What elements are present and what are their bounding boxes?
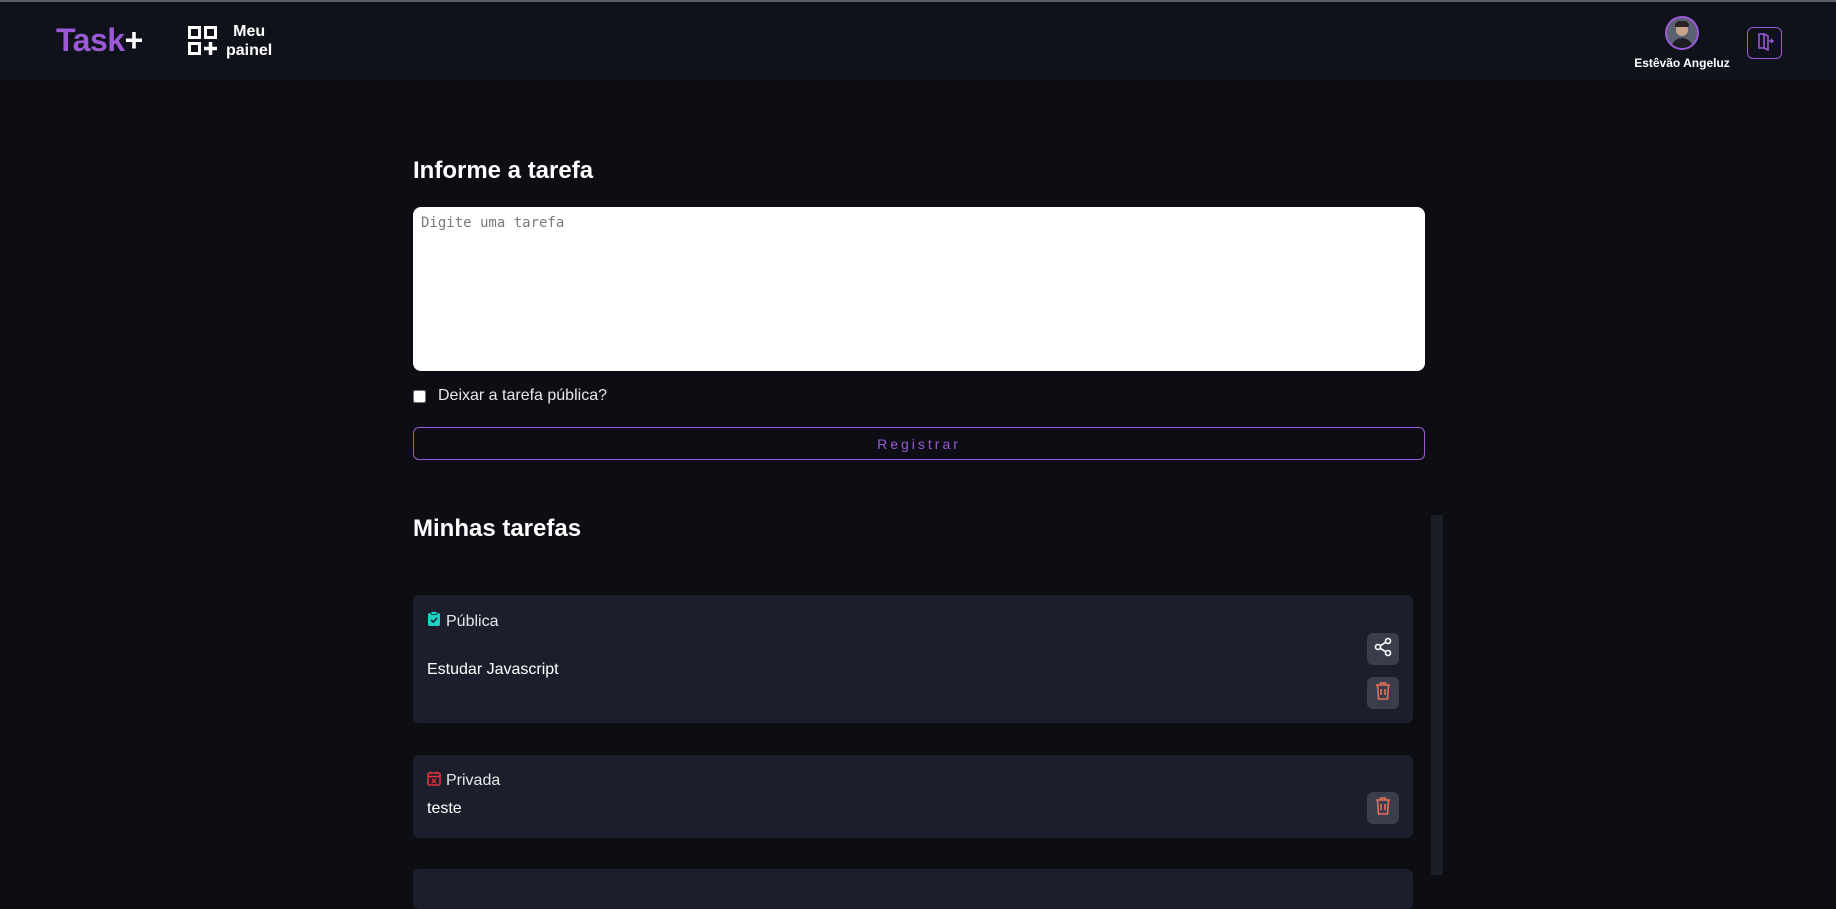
calendar-x-icon [427,771,441,791]
visibility-tag: Privada [427,771,500,791]
task-card: Privada teste [413,755,1413,838]
logo-text: Task [56,22,125,58]
tasks-scrollbar[interactable] [1431,515,1443,875]
public-checkbox-row: Deixar a tarefa pública? [413,387,607,405]
logout-icon [1755,31,1775,56]
task-text: teste [427,800,462,817]
visibility-tag: Pública [427,611,498,632]
avatar [1665,16,1699,50]
share-icon [1373,637,1393,662]
public-checkbox[interactable] [413,389,426,403]
logout-button[interactable] [1747,27,1782,59]
public-checkbox-label[interactable]: Deixar a tarefa pública? [438,387,607,405]
logo[interactable]: Task+ [56,22,143,59]
dashboard-grid-icon [188,26,218,56]
tasks-title: Minhas tarefas [413,515,582,542]
form-title: Informe a tarefa [413,157,594,184]
register-button[interactable]: Registrar [413,427,1425,460]
clipboard-check-icon [427,611,441,632]
visibility-label: Privada [446,772,501,789]
user-profile[interactable]: Estêvão Angeluz [1630,16,1734,70]
logo-plus: + [124,22,144,58]
task-textarea[interactable] [413,207,1425,371]
trash-icon [1374,681,1392,706]
trash-icon [1374,796,1392,821]
top-header: Task+ Meu painel Estêvão Angeluz [0,2,1836,79]
user-name: Estêvão Angeluz [1634,56,1730,70]
my-panel-label: Meu painel [226,23,273,59]
delete-button[interactable] [1367,677,1399,709]
task-card: Pública Estudar Javascript [413,595,1413,723]
share-button[interactable] [1367,633,1399,665]
visibility-label: Pública [446,612,499,630]
task-text: Estudar Javascript [427,661,559,678]
delete-button[interactable] [1367,792,1399,824]
my-panel-link[interactable]: Meu painel [188,22,272,60]
task-card-partial [413,869,1413,909]
